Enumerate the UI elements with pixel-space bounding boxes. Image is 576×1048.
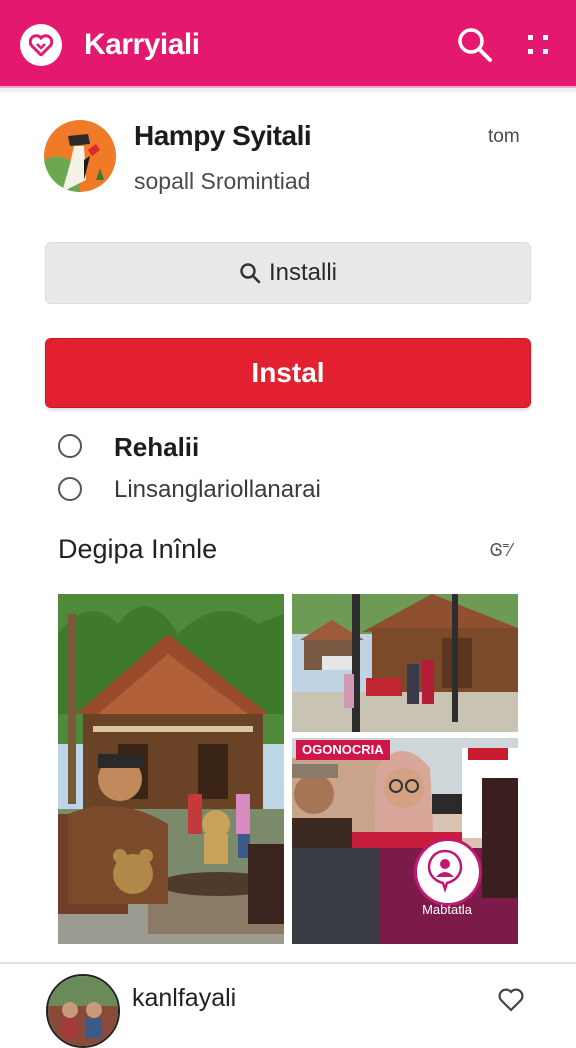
option-1-label[interactable]: Rehalii	[114, 432, 199, 463]
profile-subtitle: sopall Sromintiad	[134, 168, 311, 194]
radio-circle-icon	[58, 477, 82, 501]
install-secondary-button[interactable]: Installi	[45, 242, 531, 304]
option-2-radio[interactable]	[58, 477, 82, 501]
gallery-photo-people[interactable]: OGONOCRIA Mabtatla	[292, 738, 518, 944]
dots-grid-icon[interactable]	[524, 30, 554, 60]
section-title: Degipa Inînle	[58, 534, 218, 564]
avatar-illustration	[44, 120, 116, 192]
option-1-radio[interactable]	[58, 434, 82, 458]
install-primary-label: Instal	[251, 357, 325, 388]
gallery-photo-traditional-house[interactable]	[58, 594, 284, 944]
top-app-bar: Karryiali	[0, 0, 576, 88]
install-primary-button[interactable]: Instal	[45, 338, 531, 408]
heart-logo-icon	[29, 34, 53, 56]
profile-fab-button[interactable]	[414, 838, 482, 906]
app-title: Karryiali	[84, 28, 200, 61]
profile-avatar[interactable]	[44, 120, 116, 192]
profile-name[interactable]: Hampy Syitali	[134, 120, 312, 152]
radio-circle-icon	[58, 434, 82, 458]
avatar-photo	[48, 976, 118, 1046]
search-icon	[240, 263, 261, 284]
feed-divider	[0, 962, 576, 964]
photo-village-illustration	[292, 594, 518, 732]
section-more-link[interactable]: Ꮆ⁼⁄	[490, 540, 512, 561]
user-icon	[427, 849, 463, 893]
feed-username[interactable]: kanlfayali	[132, 984, 236, 1013]
photo-house-illustration	[58, 594, 284, 944]
search-icon[interactable]	[456, 26, 494, 64]
feed-avatar[interactable]	[46, 974, 120, 1048]
photo-tag: OGONOCRIA	[296, 740, 390, 760]
gallery-photo-village[interactable]	[292, 594, 518, 732]
install-secondary-label: Installi	[268, 259, 338, 286]
option-2-label[interactable]: Linsanglariollanarai	[114, 476, 321, 504]
app-logo[interactable]	[20, 24, 62, 66]
content-edge	[0, 88, 576, 92]
fab-label: Mabtatla	[422, 902, 472, 917]
post-time: tom	[488, 126, 520, 147]
heart-icon[interactable]	[496, 984, 526, 1014]
